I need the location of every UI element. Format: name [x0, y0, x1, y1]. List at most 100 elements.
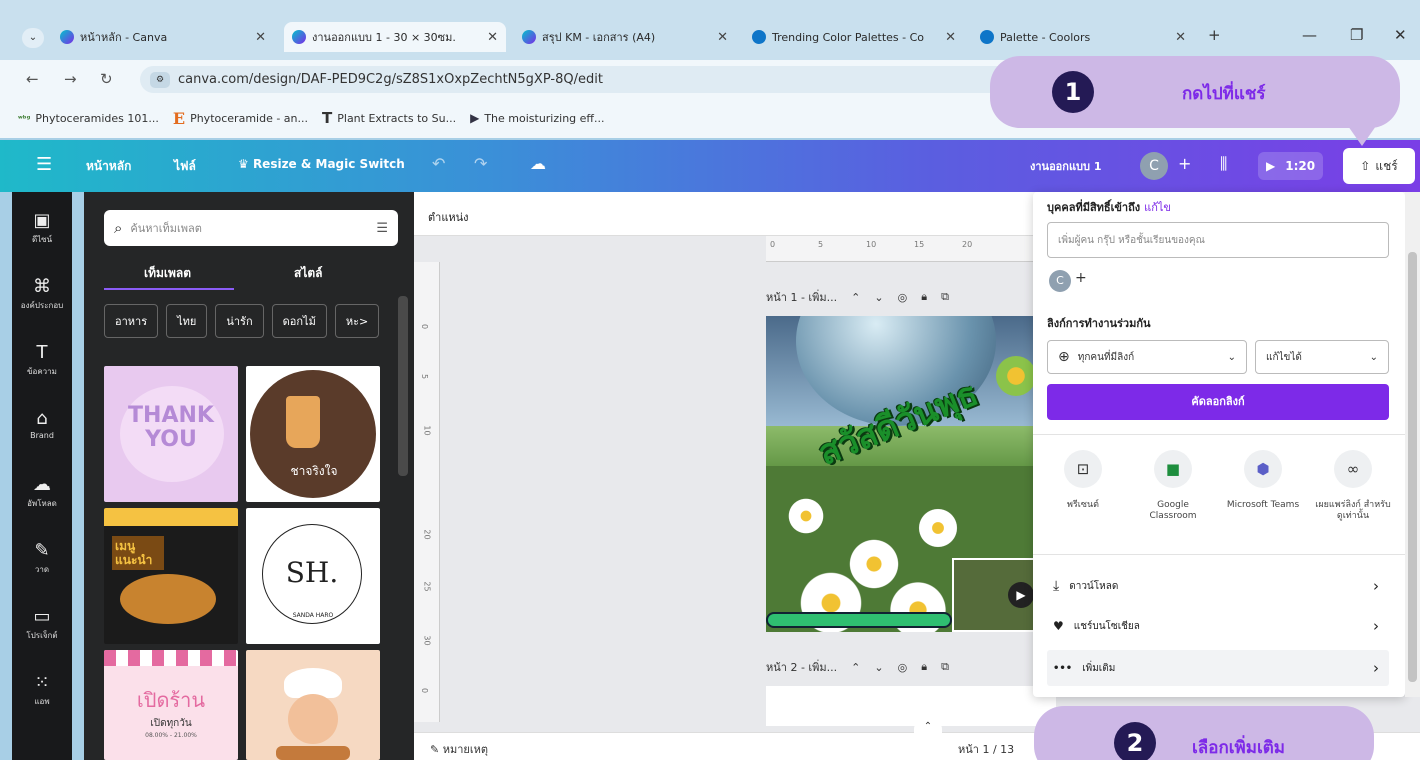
home-link[interactable]: หน้าหลัก	[86, 157, 131, 176]
redo-icon[interactable]: ↷	[474, 154, 487, 173]
browser-tab[interactable]: Trending Color Palettes - Co ✕	[744, 22, 964, 52]
share-option-microsoft-teams[interactable]: ⬢ Microsoft Teams	[1223, 450, 1303, 511]
close-tab-icon[interactable]: ✕	[717, 30, 728, 45]
share-option-present[interactable]: ⊡ พรีเซนต์	[1043, 450, 1123, 511]
video-play-icon[interactable]: ▶	[1008, 582, 1034, 608]
hide-icon[interactable]: ◎	[898, 661, 908, 674]
download-row[interactable]: ⤓ ดาวน์โหลด ›	[1047, 568, 1389, 604]
add-person-icon[interactable]: +	[1075, 270, 1087, 286]
avatar[interactable]: C	[1140, 152, 1168, 180]
close-tab-icon[interactable]: ✕	[255, 30, 266, 45]
share-option-view-only-link[interactable]: ∞ เผยแพร่ลิงก์ สำหรับดูเท่านั้น	[1313, 450, 1393, 522]
template-search-input[interactable]: ⌕ ค้นหาเท็มเพลต ☰	[104, 210, 398, 246]
chip-thai[interactable]: ไทย	[166, 304, 208, 338]
page-title[interactable]: หน้า 2 - เพิ่ม...	[766, 658, 837, 676]
lock-icon[interactable]: 🔒︎	[921, 290, 927, 304]
invite-people-input[interactable]: เพิ่มผู้คน กรุ๊ป หรือชั้นเรียนของคุณ	[1047, 222, 1389, 258]
new-tab-button[interactable]: +	[1208, 26, 1221, 44]
add-collaborator-icon[interactable]: +	[1178, 154, 1191, 173]
ruler-number: 0	[420, 687, 430, 694]
template-thumbnail[interactable]: SH. SANDA HARO	[246, 508, 380, 644]
page-counter[interactable]: หน้า 1 / 13	[958, 740, 1014, 758]
edit-access-link[interactable]: แก้ไข	[1144, 201, 1171, 214]
notes-button[interactable]: ✎ หมายเหตุ	[430, 740, 488, 758]
rail-item-elements[interactable]: ⌘ องค์ประกอบ	[12, 276, 72, 312]
reload-icon[interactable]: ↻	[100, 70, 113, 88]
browser-tab[interactable]: หน้าหลัก - Canva ✕	[52, 22, 274, 52]
forward-icon[interactable]: →	[64, 70, 77, 88]
site-info-icon[interactable]: ⚙	[150, 71, 170, 88]
ruler-left: 0 5 10 20 25 30 0	[414, 262, 440, 722]
close-window-icon[interactable]: ✕	[1394, 26, 1407, 44]
design-name[interactable]: งานออกแบบ 1	[1030, 157, 1101, 175]
chevron-down-icon[interactable]: ⌄	[874, 661, 883, 674]
file-menu[interactable]: ไฟล์	[174, 157, 196, 176]
link-access-select[interactable]: ⊕ ทุกคนที่มีลิงก์ ⌄	[1047, 340, 1247, 374]
rail-item-draw[interactable]: ✎ วาด	[12, 540, 72, 576]
analytics-icon[interactable]: ⫼	[1220, 154, 1227, 174]
share-option-google-classroom[interactable]: ■ Google Classroom	[1133, 450, 1213, 522]
chevron-right-icon: ›	[1373, 577, 1379, 595]
template-thumbnail[interactable]: เมนู แนะนำ	[104, 508, 238, 644]
template-thumbnail[interactable]: ชาจริงใจ	[246, 366, 380, 502]
scrollbar-thumb[interactable]	[1408, 252, 1417, 682]
minimize-icon[interactable]: —	[1302, 26, 1317, 44]
chip-more[interactable]: หะ>	[334, 304, 380, 338]
tab-templates[interactable]: เท็มเพลต	[144, 264, 191, 283]
tab-styles[interactable]: สไตล์	[294, 264, 323, 283]
page-title[interactable]: หน้า 1 - เพิ่ม...	[766, 288, 837, 306]
hide-icon[interactable]: ◎	[898, 291, 908, 304]
avatar[interactable]: C	[1049, 270, 1071, 292]
rail-item-layout[interactable]: ▣ ดีไซน์	[12, 210, 72, 246]
chevron-up-icon[interactable]: ⌃	[851, 661, 860, 674]
lock-icon[interactable]: 🔒︎	[921, 660, 927, 674]
design-page-2[interactable]	[766, 686, 1056, 726]
ruler-number: 0	[770, 240, 776, 249]
share-button[interactable]: ⇧ แชร์	[1343, 148, 1415, 184]
chevron-down-icon[interactable]: ⌄	[874, 291, 883, 304]
rail-item-apps[interactable]: ⁙ แอพ	[12, 672, 72, 708]
resize-magic-switch-button[interactable]: ♛ Resize & Magic Switch	[238, 157, 405, 171]
panel-scrollbar[interactable]	[398, 296, 408, 476]
expand-pages-icon[interactable]: ⌃	[914, 721, 942, 737]
more-row[interactable]: ••• เพิ่มเติม ›	[1047, 650, 1389, 686]
share-on-social-row[interactable]: ♥ แชร์บนโซเชียล ›	[1047, 608, 1389, 644]
permission-select[interactable]: แก้ไขได้ ⌄	[1255, 340, 1389, 374]
cloud-saved-icon[interactable]: ☁	[530, 154, 546, 173]
rail-item-text[interactable]: T ข้อความ	[12, 342, 72, 378]
duplicate-icon[interactable]: ⧉	[941, 660, 949, 674]
close-tab-icon[interactable]: ✕	[487, 30, 498, 45]
bookmark-item[interactable]: ▶ The moisturizing eff...	[470, 111, 604, 125]
present-button[interactable]: ▶ 1:20	[1258, 152, 1324, 180]
chip-flower[interactable]: ดอกไม้	[271, 304, 327, 338]
rail-item-brand[interactable]: ⌂ Brand	[12, 408, 72, 440]
browser-tab[interactable]: สรุป KM - เอกสาร (A4) ✕	[514, 22, 736, 52]
template-thumbnail[interactable]	[246, 650, 380, 760]
chevron-up-icon[interactable]: ⌃	[851, 291, 860, 304]
duplicate-icon[interactable]: ⧉	[941, 290, 949, 304]
close-tab-icon[interactable]: ✕	[1175, 30, 1186, 45]
undo-icon[interactable]: ↶	[432, 154, 445, 173]
close-tab-icon[interactable]: ✕	[945, 30, 956, 45]
share-panel-scrollbar[interactable]	[1405, 192, 1420, 697]
filter-icon[interactable]: ☰	[376, 221, 388, 236]
chip-cute[interactable]: น่ารัก	[215, 304, 264, 338]
bookmark-item[interactable]: E Phytoceramide - an...	[173, 109, 308, 128]
bookmark-item[interactable]: T Plant Extracts to Su...	[322, 109, 456, 127]
restore-icon[interactable]: ❐	[1350, 26, 1363, 44]
back-icon[interactable]: ←	[26, 70, 39, 88]
template-thumbnail[interactable]: เปิดร้าน เปิดทุกวัน 08.00% - 21.00%	[104, 650, 238, 760]
browser-tab[interactable]: Palette - Coolors ✕	[972, 22, 1194, 52]
tab-list-button[interactable]: ⌄	[22, 28, 44, 48]
rail-item-upload[interactable]: ☁ อัพโหลด	[12, 474, 72, 510]
browser-tab-active[interactable]: งานออกแบบ 1 - 30 × 30ซม. ✕	[284, 22, 506, 52]
design-page-1[interactable]: สวัสดีวันพุธ ▶	[766, 316, 1056, 632]
link-access-value: ทุกคนที่มีลิงก์	[1077, 351, 1135, 363]
menu-icon[interactable]: ☰	[36, 154, 52, 175]
chip-food[interactable]: อาหาร	[104, 304, 159, 338]
template-thumbnail[interactable]: THANK YOU	[104, 366, 238, 502]
position-button[interactable]: ตำแหน่ง	[428, 208, 469, 226]
copy-link-button[interactable]: คัดลอกลิงก์	[1047, 384, 1389, 420]
rail-item-folder[interactable]: ▭ โปรเจ็กต์	[12, 606, 72, 642]
bookmark-item[interactable]: ʷᵇᵍ Phytoceramides 101...	[18, 112, 159, 125]
